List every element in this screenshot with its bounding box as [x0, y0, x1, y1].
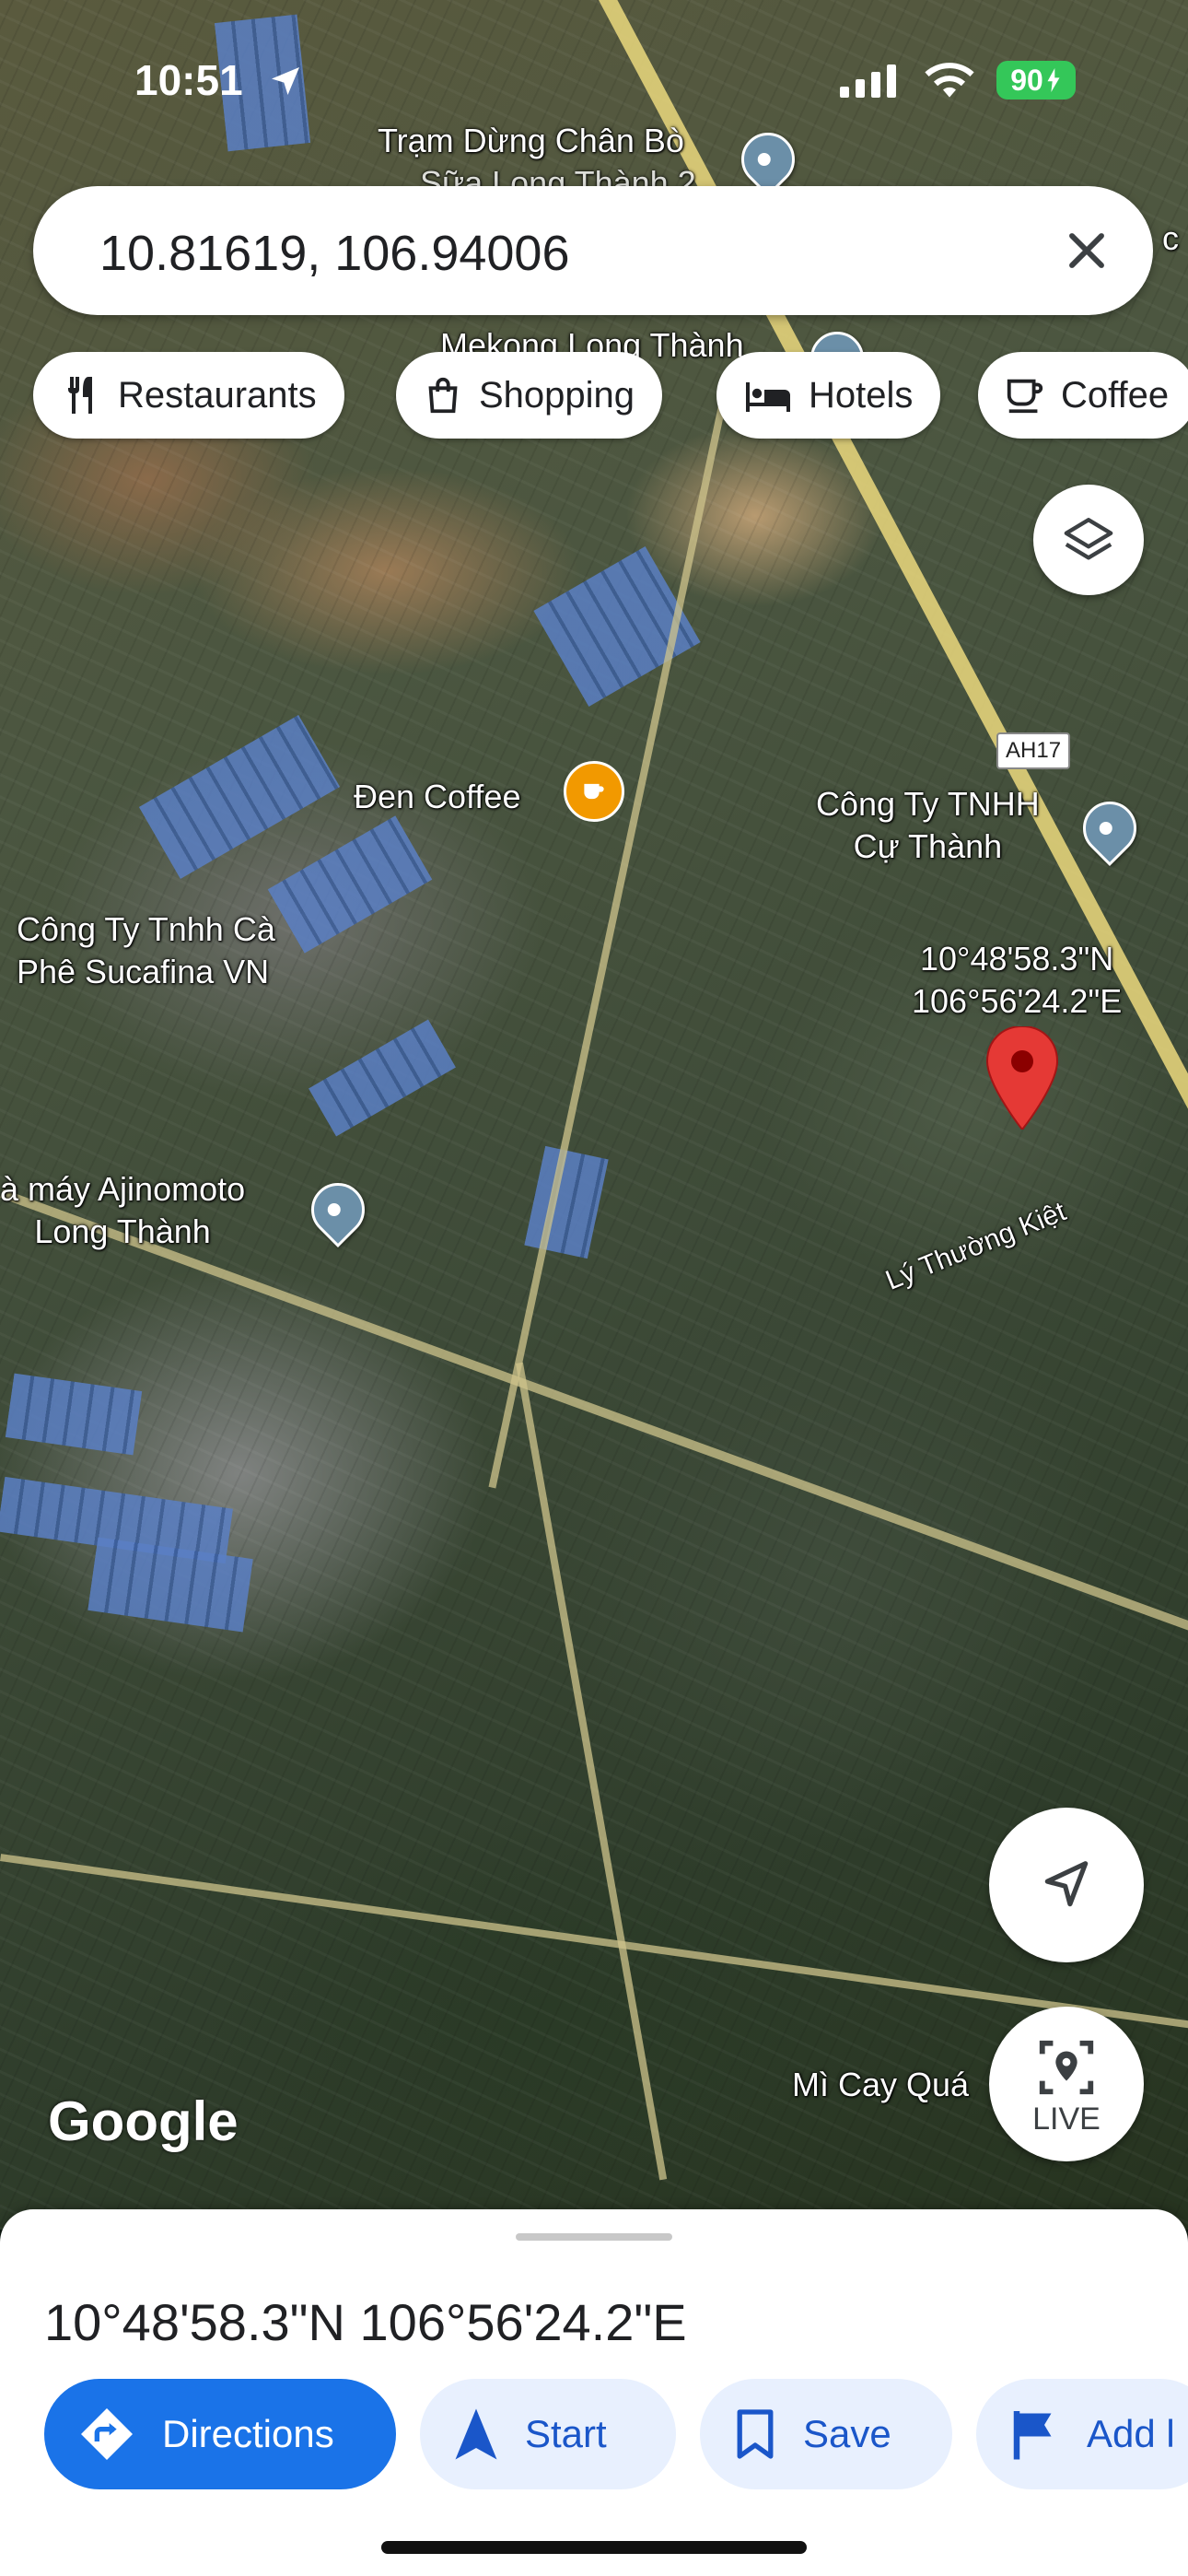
- my-location-button[interactable]: [989, 1808, 1144, 1962]
- sheet-grabber[interactable]: [516, 2233, 672, 2241]
- map-label-den-coffee[interactable]: Đen Coffee: [354, 776, 520, 818]
- map-label-cong-ty-tnhh[interactable]: Công Ty TNHH Cự Thành: [816, 783, 1040, 868]
- highway-shield: AH17: [996, 732, 1071, 769]
- close-icon[interactable]: [1057, 221, 1116, 280]
- navigation-arrow-icon: [1044, 1861, 1089, 1907]
- chip-label: Restaurants: [118, 374, 317, 416]
- directions-icon: [81, 2408, 133, 2460]
- charging-bolt-icon: [1047, 68, 1060, 92]
- chip-label: Shopping: [479, 374, 635, 416]
- start-button[interactable]: Start: [420, 2379, 676, 2489]
- live-view-icon: [1039, 2040, 1094, 2095]
- bed-icon: [746, 382, 790, 412]
- map-label-ajinomoto[interactable]: à máy Ajinomoto Long Thành: [0, 1168, 245, 1253]
- layers-button[interactable]: [1033, 485, 1144, 595]
- chip-hotels[interactable]: Hotels: [716, 352, 941, 439]
- chip-label: Coffee: [1061, 374, 1170, 416]
- chip-label: Hotels: [809, 374, 914, 416]
- place-title: 10°48'58.3"N 106°56'24.2"E: [44, 2293, 687, 2351]
- battery-indicator: 90: [996, 61, 1076, 100]
- save-label: Save: [803, 2412, 891, 2455]
- add-label-text: Add l: [1087, 2412, 1175, 2455]
- navigation-arrow-icon: [455, 2408, 497, 2460]
- cellular-signal-icon: [840, 64, 896, 98]
- search-bar[interactable]: 10.81619, 106.94006: [33, 186, 1153, 315]
- flag-icon: [1013, 2411, 1052, 2460]
- fork-knife-icon: [68, 377, 92, 414]
- map-label-sucafina[interactable]: Công Ty Tnhh Cà Phê Sucafina VN: [17, 908, 275, 993]
- place-bottom-sheet[interactable]: 10°48'58.3"N 106°56'24.2"E Directions St…: [0, 2209, 1188, 2576]
- start-label: Start: [525, 2412, 607, 2455]
- add-label-button[interactable]: Add l: [976, 2379, 1188, 2489]
- coffee-poi-icon[interactable]: [564, 761, 624, 822]
- map-label-mi-cay[interactable]: Mì Cay Quá: [792, 2064, 969, 2106]
- battery-percentage: 90: [1010, 63, 1043, 97]
- map-label-pin-coords: 10°48'58.3"N 106°56'24.2"E: [912, 940, 1123, 1020]
- directions-button[interactable]: Directions: [44, 2379, 396, 2489]
- save-button[interactable]: Save: [700, 2379, 952, 2489]
- dropped-pin-icon[interactable]: [985, 1026, 1059, 1130]
- status-time: 10:51: [134, 56, 243, 104]
- home-indicator[interactable]: [381, 2541, 807, 2554]
- coffee-cup-icon: [1007, 379, 1043, 414]
- map-label-right-edge: c: [1162, 219, 1179, 257]
- chip-shopping[interactable]: Shopping: [396, 352, 663, 439]
- bookmark-icon: [737, 2409, 774, 2459]
- chip-restaurants[interactable]: Restaurants: [33, 352, 344, 439]
- layers-icon: [1064, 518, 1113, 560]
- chip-coffee[interactable]: Coffee: [978, 352, 1188, 439]
- google-logo: Google: [48, 2090, 239, 2152]
- directions-label: Directions: [162, 2412, 334, 2455]
- shopping-bag-icon: [428, 377, 458, 414]
- wifi-icon: [925, 63, 974, 98]
- map-label-tram-dung[interactable]: Trạm Dừng Chân Bò: [378, 120, 684, 162]
- live-label: LIVE: [1032, 2102, 1101, 2137]
- search-query-text[interactable]: 10.81619, 106.94006: [99, 225, 570, 282]
- location-arrow-icon: [272, 67, 299, 95]
- live-view-button[interactable]: LIVE: [989, 2007, 1144, 2161]
